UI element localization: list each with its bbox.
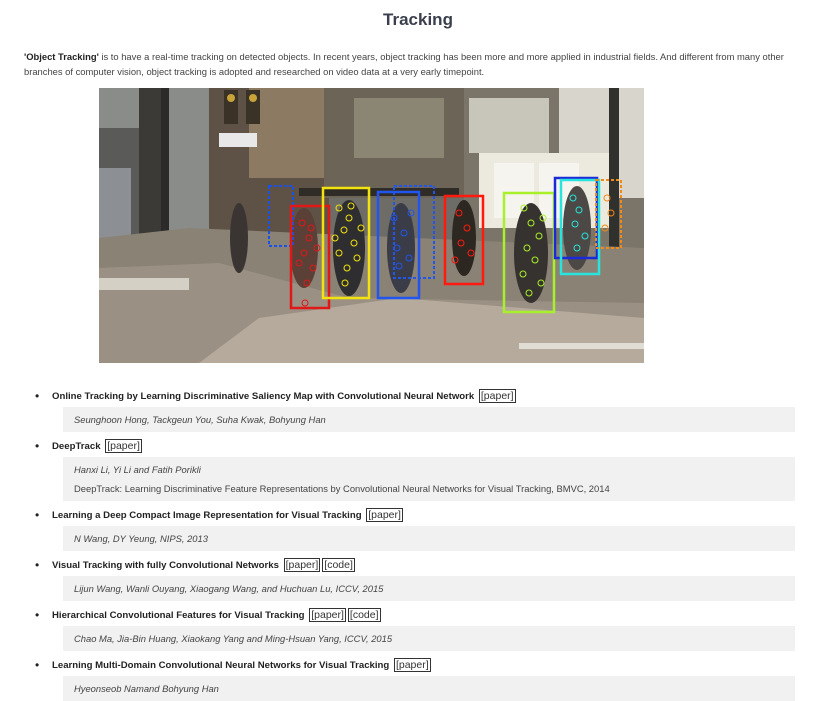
intro-term: 'Object Tracking' <box>24 51 99 62</box>
paper-title: Online Tracking by Learning Discriminati… <box>52 389 516 403</box>
intro-text: is to have a real-time tracking on detec… <box>24 51 784 77</box>
paper-details: Lijun Wang, Wanli Ouyang, Xiaogang Wang,… <box>63 576 795 601</box>
paper-details: Hyeonseob Namand Bohyung Han <box>63 676 795 701</box>
paper-title: Learning Multi-Domain Convolutional Neur… <box>52 658 431 672</box>
paper-link[interactable]: [paper] <box>105 439 142 453</box>
paper-authors: Hanxi Li, Yi Li and Fatih Porikli <box>74 464 201 475</box>
bullet: • <box>35 558 40 572</box>
paper-authors: Hyeonseob Namand Bohyung Han <box>74 683 219 694</box>
paper-link[interactable]: [paper] <box>393 658 431 672</box>
street-tracking-image <box>99 88 644 363</box>
paper-authors: Lijun Wang, Wanli Ouyang, Xiaogang Wang,… <box>74 583 384 594</box>
code-link[interactable]: [code] <box>322 558 355 572</box>
bullet: • <box>35 508 40 522</box>
paper-details: Hanxi Li, Yi Li and Fatih Porikli DeepTr… <box>63 457 795 501</box>
paper-link[interactable]: [paper] <box>283 558 321 572</box>
paper-link[interactable]: [paper] <box>366 508 403 522</box>
paper-authors: N Wang, DY Yeung, NIPS, 2013 <box>74 533 208 544</box>
paper-authors: Chao Ma, Jia-Bin Huang, Xiaokang Yang an… <box>74 633 393 644</box>
code-link[interactable]: [code] <box>347 608 381 622</box>
list-item: • Visual Tracking with fully Convolution… <box>0 555 836 605</box>
list-item: • Online Tracking by Learning Discrimina… <box>0 386 836 436</box>
page-title: Tracking <box>383 10 453 29</box>
paper-title: DeepTrack [paper] <box>52 439 142 453</box>
paper-title: Visual Tracking with fully Convolutional… <box>52 558 355 572</box>
paper-authors: Seunghoon Hong, Tackgeun You, Suha Kwak,… <box>74 414 326 425</box>
paper-title: Hierarchical Convolutional Features for … <box>52 608 381 622</box>
paper-details: Seunghoon Hong, Tackgeun You, Suha Kwak,… <box>63 407 795 432</box>
bullet: • <box>35 389 40 403</box>
list-item: • DeepTrack [paper] Hanxi Li, Yi Li and … <box>0 436 836 505</box>
list-item: • Hierarchical Convolutional Features fo… <box>0 605 836 655</box>
paper-details: N Wang, DY Yeung, NIPS, 2013 <box>63 526 795 551</box>
bullet: • <box>35 439 40 453</box>
bullet: • <box>35 658 40 672</box>
list-item: • Learning Multi-Domain Convolutional Ne… <box>0 655 836 701</box>
list-item: • Learning a Deep Compact Image Represen… <box>0 505 836 555</box>
bullet: • <box>35 608 40 622</box>
paper-title: Learning a Deep Compact Image Representa… <box>52 508 403 522</box>
intro-paragraph: 'Object Tracking' is to have a real-time… <box>24 50 784 79</box>
paper-citation: DeepTrack: Learning Discriminative Featu… <box>74 483 610 494</box>
paper-link[interactable]: [paper] <box>309 608 346 622</box>
paper-list: • Online Tracking by Learning Discrimina… <box>0 386 836 701</box>
paper-link[interactable]: [paper] <box>478 389 516 403</box>
paper-details: Chao Ma, Jia-Bin Huang, Xiaokang Yang an… <box>63 626 795 651</box>
